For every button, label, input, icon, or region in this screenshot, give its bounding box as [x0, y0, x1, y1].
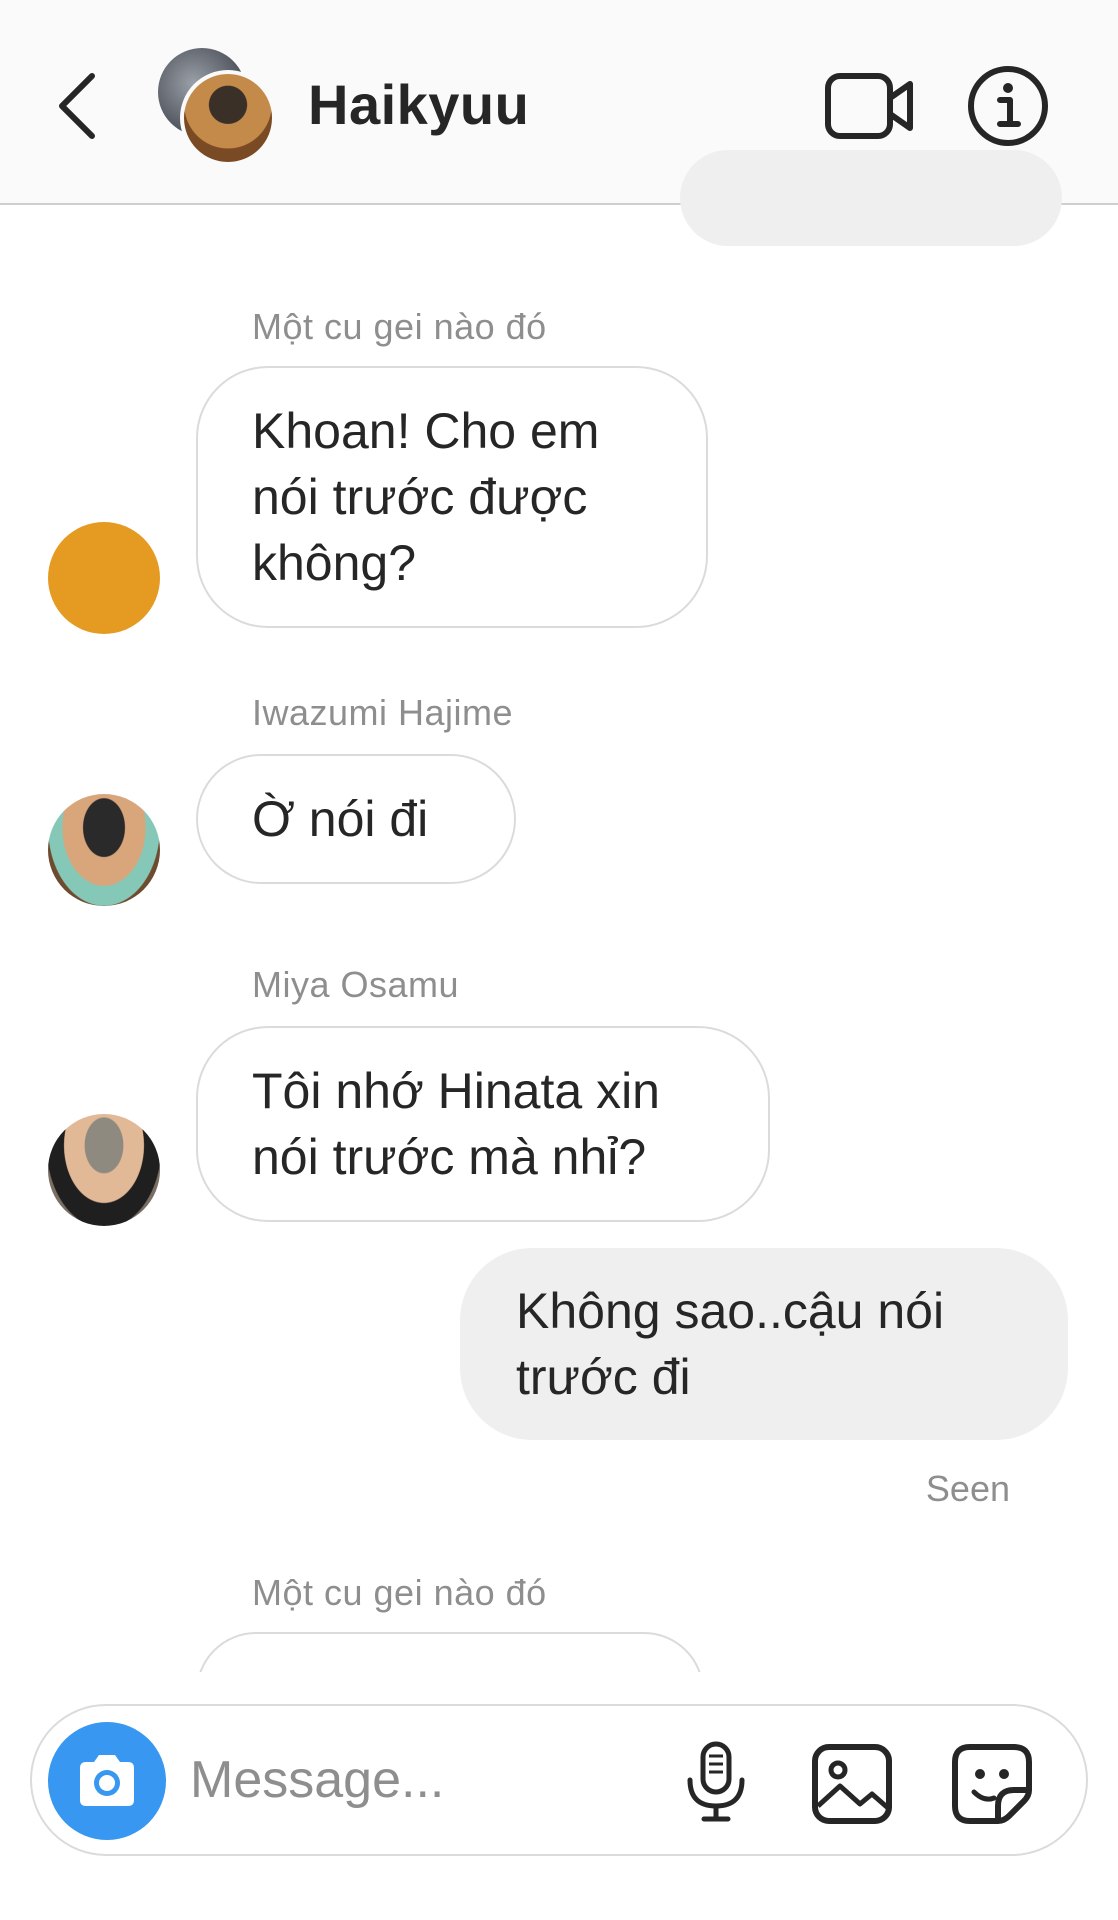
camera-button[interactable] — [48, 1722, 166, 1840]
avatar[interactable] — [48, 522, 160, 634]
message-line: Khoan! Cho em — [252, 403, 600, 459]
avatar[interactable] — [48, 1114, 160, 1226]
sender-name: Miya Osamu — [252, 964, 460, 1005]
video-camera-icon — [825, 73, 913, 139]
message-line: Không sao..cậu nói — [516, 1283, 945, 1339]
voice-message-button[interactable] — [680, 1740, 752, 1824]
microphone-icon — [687, 1741, 745, 1822]
avatar[interactable] — [48, 794, 160, 906]
chat-title[interactable]: Haikyuu — [308, 72, 529, 137]
group-avatar[interactable] — [158, 48, 278, 168]
sender-name: Iwazumi Hajime — [252, 692, 514, 733]
info-icon — [968, 66, 1048, 146]
camera-icon — [80, 1755, 134, 1806]
message-line: nói trước được — [252, 469, 588, 525]
gallery-button[interactable] — [810, 1742, 894, 1826]
message-line: Tôi nhớ Hinata xin — [252, 1063, 660, 1119]
seen-status: Seen — [925, 1468, 1010, 1509]
image-icon — [812, 1744, 892, 1824]
message-input[interactable] — [190, 1744, 670, 1816]
incoming-message-bubble[interactable]: Tôi nhớ Hinata xin nói trước mà nhỉ? — [196, 1026, 770, 1222]
incoming-message-bubble[interactable]: Ờ nói đi — [196, 754, 516, 884]
sender-name: Một cu gei nào đó — [252, 1572, 547, 1613]
chevron-left-icon — [59, 73, 95, 139]
sender-name: Một cu gei nào đó — [252, 306, 547, 347]
sticker-button[interactable] — [950, 1742, 1034, 1826]
outgoing-message-bubble[interactable]: Không sao..cậu nói trước đi — [460, 1248, 1068, 1440]
info-button[interactable] — [966, 64, 1050, 148]
sticker-icon — [952, 1744, 1032, 1824]
message-line: trước đi — [516, 1349, 691, 1405]
message-line: Ờ nói đi — [252, 791, 429, 847]
message-line: không? — [252, 535, 417, 591]
group-avatar-front — [180, 70, 276, 166]
message-composer — [30, 1704, 1088, 1856]
video-call-button[interactable] — [824, 68, 916, 144]
previous-message-bubble — [680, 150, 1062, 246]
back-button[interactable] — [50, 68, 110, 144]
message-line: nói trước mà nhỉ? — [252, 1129, 647, 1185]
incoming-message-bubble[interactable]: Khoan! Cho em nói trước được không? — [196, 366, 708, 628]
